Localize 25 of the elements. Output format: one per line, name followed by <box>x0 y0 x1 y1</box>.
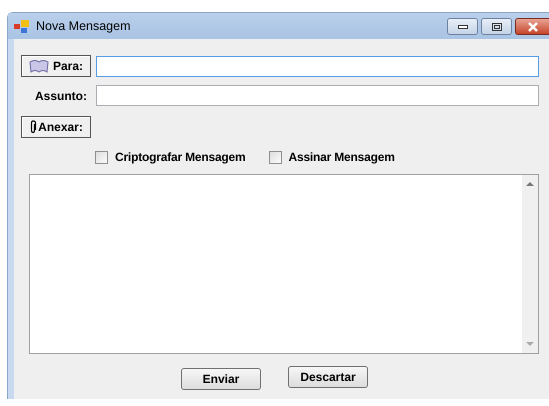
minimize-button[interactable] <box>447 18 478 35</box>
recipient-field[interactable] <box>96 56 539 76</box>
scrollbar[interactable] <box>522 175 538 353</box>
app-icon <box>14 20 29 32</box>
checkbox-label: Assinar Mensagem <box>288 150 395 164</box>
attach-button[interactable]: Anexar: <box>21 116 91 138</box>
close-icon <box>527 22 539 32</box>
maximize-button[interactable] <box>481 18 512 35</box>
scroll-down-icon[interactable] <box>526 342 534 347</box>
window-title: Nova Mensagem <box>36 19 130 33</box>
maximize-icon <box>492 22 502 30</box>
subject-field[interactable] <box>96 85 539 106</box>
send-button[interactable]: Enviar <box>181 368 261 390</box>
checkbox[interactable] <box>268 150 282 164</box>
address-book-button[interactable]: Para: <box>21 55 91 77</box>
checkbox[interactable] <box>95 150 108 164</box>
paperclip-icon <box>29 120 38 134</box>
checkbox-label: Criptografar Mensagem <box>115 150 246 164</box>
book-icon <box>28 59 49 73</box>
subject-label: Assunto: <box>34 88 88 102</box>
close-button[interactable] <box>515 18 549 35</box>
discard-button[interactable]: Descartar <box>288 366 368 388</box>
message-body-field[interactable] <box>29 174 539 354</box>
scroll-up-icon[interactable] <box>526 181 534 186</box>
minimize-icon <box>458 24 468 28</box>
